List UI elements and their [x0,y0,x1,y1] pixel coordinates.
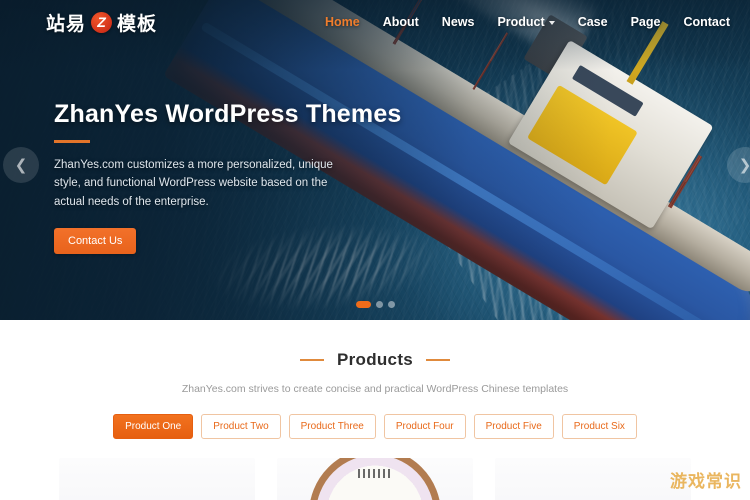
porcelain-plate-image [309,458,441,500]
nav-item-home[interactable]: Home [325,15,360,29]
nav-item-news[interactable]: News [442,15,475,29]
nav-item-case[interactable]: Case [578,15,608,29]
heading-dash-left [299,359,324,361]
logo-text-right: 模板 [117,12,158,35]
product-card[interactable] [495,458,691,500]
nav-item-page[interactable]: Page [631,15,661,29]
hero-title: ZhanYes WordPress Themes [54,100,402,128]
tab-product-four[interactable]: Product Four [383,414,466,439]
nav-label: News [441,15,475,29]
hero-subtitle: ZhanYes.com customizes a more personaliz… [54,158,333,208]
chevron-down-icon [548,20,555,25]
site-header: 站易 Z 模板 Home About News Product Case Pag… [0,0,750,44]
tab-product-two[interactable]: Product Two [201,414,281,439]
hero-banner: 站易 Z 模板 Home About News Product Case Pag… [0,0,750,320]
tab-product-five[interactable]: Product Five [473,414,554,439]
logo-text-left: 站易 [46,12,87,35]
nav-label: Product [497,15,545,29]
carousel-indicators [0,301,750,308]
tab-product-six[interactable]: Product Six [561,414,637,439]
products-subheading: ZhanYes.com strives to create concise an… [181,383,569,395]
carousel-prev-button[interactable]: ❮ [3,147,39,183]
product-thumbnail [277,458,473,500]
nav-item-contact[interactable]: Contact [683,15,730,29]
nav-item-about[interactable]: About [383,15,419,29]
nav-label: Case [577,15,608,29]
chevron-left-icon: ❮ [14,157,28,174]
nav-label: Page [630,15,661,29]
plate-rim [309,458,441,500]
product-thumbnail [495,458,691,500]
hero-content: ZhanYes WordPress Themes ZhanYes.com cus… [54,100,434,255]
tab-product-three[interactable]: Product Three [288,414,376,439]
nav-label: About [382,15,419,29]
carousel-dot-2[interactable] [375,301,383,308]
plate-top-motif [358,469,392,478]
product-card[interactable] [277,458,473,500]
products-heading-row: Products [0,350,750,370]
site-logo[interactable]: 站易 Z 模板 [46,9,157,36]
product-filter-tabs: Product One Product Two Product Three Pr… [0,414,750,439]
nav-item-product[interactable]: Product [497,15,555,29]
hero-divider [54,140,90,143]
contact-us-button[interactable]: Contact Us [54,228,137,255]
nav-label: Home [324,15,360,29]
main-navigation: Home About News Product Case Page Contac… [325,15,730,29]
tab-product-one[interactable]: Product One [113,414,194,439]
product-card[interactable] [59,458,255,500]
nav-label: Contact [683,15,730,29]
heading-dash-right [426,359,451,361]
carousel-dot-1[interactable] [355,301,371,308]
products-heading: Products [336,350,414,369]
product-thumbnail [59,458,255,500]
logo-mark-icon: Z [91,11,113,33]
products-section: Products ZhanYes.com strives to create c… [0,320,750,500]
product-card-grid [0,458,750,500]
watermark-text: 游戏常识 [670,472,742,492]
chevron-right-icon: ❯ [739,156,750,174]
carousel-dot-3[interactable] [387,301,395,308]
